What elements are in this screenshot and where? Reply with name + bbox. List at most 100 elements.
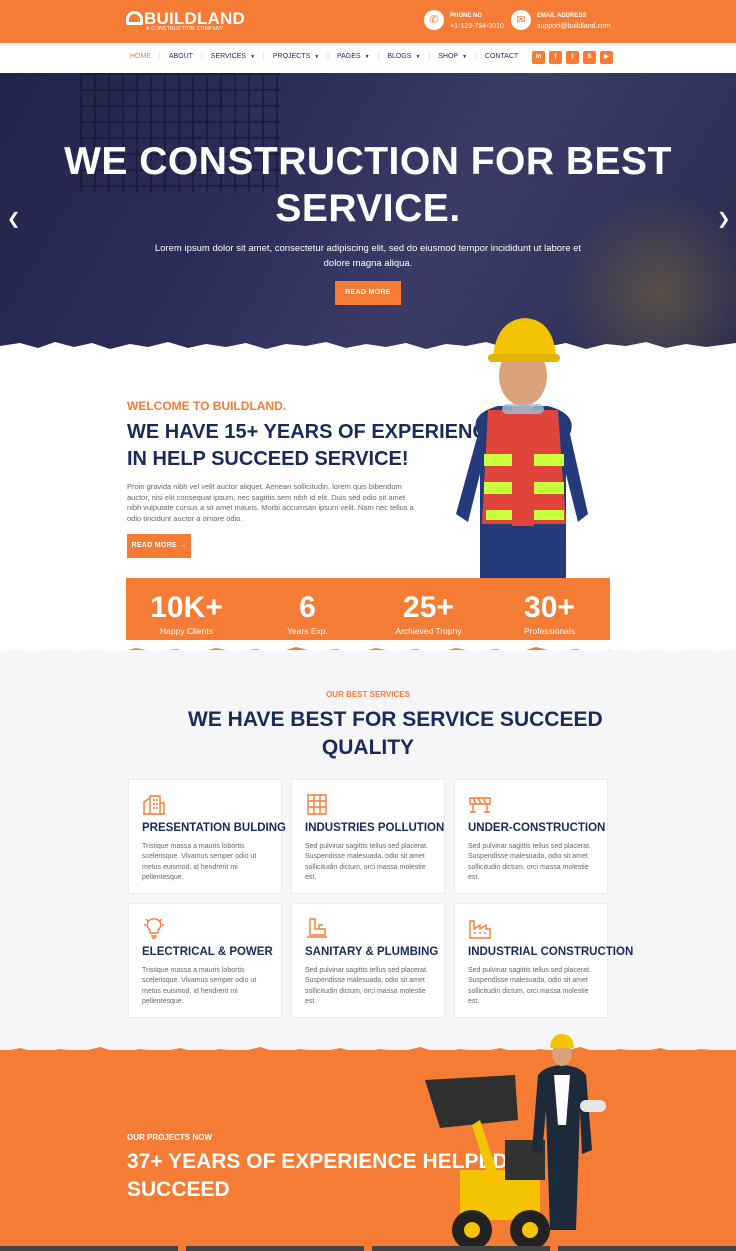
services-title-line2: QUALITY	[321, 736, 415, 759]
nav-item-services[interactable]: SERVICES ▼ |	[211, 53, 273, 60]
service-title: UNDER-CONSTRUCTION	[468, 822, 606, 834]
nav-label: ABOUT	[168, 53, 193, 60]
stat-label: Archieved Trophy	[395, 626, 462, 636]
projects-title: 37+ YEARS OF EXPERIENCE HELPED SUCCEED	[127, 1148, 508, 1204]
service-card[interactable]: INDUSTRIES POLLUTION Sed pulvinar sagitt…	[291, 779, 445, 894]
nav-label: PAGES	[336, 53, 361, 60]
chevron-down-icon: ▼	[415, 53, 421, 60]
barrier-icon	[469, 797, 491, 813]
hero-text: Lorem ipsum dolor sit amet, consectetur …	[154, 243, 582, 269]
projects-gallery-strip	[0, 1246, 736, 1251]
about-read-more-button[interactable]: READ MORE →	[127, 534, 191, 558]
service-text: Tristique massa a mauris lobortis sceler…	[142, 843, 257, 881]
service-title: INDUSTRIAL CONSTRUCTION	[468, 946, 634, 958]
service-text: Sed pulvinar sagittis tellus sed placera…	[305, 843, 428, 881]
slider-next-arrow-icon[interactable]: ❯	[717, 209, 730, 229]
chevron-down-icon: ▼	[314, 53, 320, 60]
email-label: EMAIL ADDRESS	[537, 13, 587, 19]
hero-title-line2: SERVICE.	[275, 187, 461, 230]
service-title: PRESENTATION BULDING	[142, 822, 286, 834]
pipe-icon	[307, 918, 327, 938]
factory-icon	[307, 794, 327, 815]
helmet-icon	[126, 11, 143, 25]
nav-item-projects[interactable]: PROJECTS ▼ |	[273, 53, 337, 60]
projects-tag: OUR PROJECTS NOW	[127, 1133, 212, 1142]
nav-item-shop[interactable]: SHOP ▼ |	[438, 53, 485, 60]
torn-paper-divider	[0, 640, 736, 653]
stat-label: Professionals	[523, 626, 576, 636]
stat-value: 6	[299, 591, 316, 624]
about-title: WE HAVE 15+ YEARS OF EXPERIENCE IN HELP …	[127, 419, 501, 473]
youtube-icon[interactable]: ▶	[600, 51, 613, 64]
service-text: Sed pulvinar sagittis tellus sed placera…	[305, 967, 428, 1005]
about-text: Proin gravida nibh vel velit auctor aliq…	[127, 482, 414, 523]
slider-prev-arrow-icon[interactable]: ❮	[7, 209, 20, 229]
service-title: ELECTRICAL & POWER	[142, 946, 273, 958]
service-card[interactable]: INDUSTRIAL CONSTRUCTION Sed pulvinar sag…	[454, 903, 633, 1018]
main-nav: HOME | ABOUT | SERVICES ▼ | PROJECTS ▼ | PAGES…	[0, 43, 736, 73]
nav-label: SHOP	[438, 53, 459, 60]
about-title-line1: WE HAVE 15+ YEARS OF EXPERIENCE	[127, 421, 501, 443]
project-thumbnail[interactable]	[0, 1246, 178, 1251]
services-title: WE HAVE BEST FOR SERVICE SUCCEED QUALITY	[188, 706, 603, 762]
facebook-icon[interactable]: f	[549, 51, 562, 64]
building-icon	[143, 795, 165, 815]
linkedin-icon[interactable]: in	[532, 51, 545, 64]
lightbulb-icon	[144, 918, 164, 939]
envelope-icon: ✉	[511, 10, 531, 30]
hero-slider: WE CONSTRUCTION FOR BEST SERVICE. Lorem …	[0, 73, 736, 353]
excavator-engineer-illustration	[425, 1034, 606, 1250]
social-links: in f t S ▶	[532, 51, 613, 64]
about-title-line2: IN HELP SUCCEED SERVICE!	[127, 448, 409, 470]
services-tag: OUR BEST SERVICES	[326, 690, 410, 699]
stat-value: 25+	[403, 591, 454, 624]
worker-illustration	[456, 318, 588, 578]
services-title-line1: WE HAVE BEST FOR SERVICE SUCCEED	[188, 708, 603, 731]
hero-read-more-button[interactable]: READ MORE	[335, 281, 401, 305]
top-bar: BUILDLAND A CONSTRUCTION COMPANY ✆ PHONE…	[0, 0, 736, 43]
hero-title-line1: WE CONSTRUCTION FOR BEST	[64, 140, 672, 183]
about-tag: WELCOME TO BUILDLAND.	[127, 399, 287, 413]
service-text: Sed pulvinar sagittis tellus sed placera…	[468, 967, 591, 1005]
nav-label: BLOGS	[387, 53, 412, 60]
phone-icon: ✆	[424, 10, 444, 30]
nav-item-about[interactable]: ABOUT |	[169, 53, 211, 60]
service-card[interactable]: SANITARY & PLUMBING Sed pulvinar sagitti…	[291, 903, 445, 1018]
service-text: Sed pulvinar sagittis tellus sed placera…	[468, 843, 591, 881]
skype-icon[interactable]: S	[583, 51, 596, 64]
project-thumbnail[interactable]	[186, 1246, 364, 1251]
nav-item-pages[interactable]: PAGES ▼ |	[337, 53, 387, 60]
stat-label: Happy Clients	[160, 626, 213, 636]
stat-label: Years Exp.	[287, 626, 328, 636]
brand-tagline: A CONSTRUCTION COMPANY	[146, 26, 224, 32]
projects-title-line1: 37+ YEARS OF EXPERIENCE HELPED	[127, 1150, 508, 1173]
service-card[interactable]: PRESENTATION BULDING Tristique massa a m…	[128, 779, 286, 894]
nav-label: SERVICES	[210, 53, 247, 60]
stat-value: 30+	[524, 591, 575, 624]
nav-item-home[interactable]: HOME |	[130, 53, 169, 60]
phone-label: PHONE NO	[450, 13, 483, 19]
twitter-icon[interactable]: t	[566, 51, 579, 64]
industry-icon	[469, 920, 491, 939]
service-card[interactable]: UNDER-CONSTRUCTION Sed pulvinar sagittis…	[454, 779, 608, 894]
projects-title-line2: SUCCEED	[127, 1178, 230, 1201]
service-title: SANITARY & PLUMBING	[305, 946, 439, 958]
service-title: INDUSTRIES POLLUTION	[305, 822, 445, 834]
email-value: support@buildland.com	[537, 23, 611, 30]
nav-label: HOME	[130, 53, 151, 60]
about-button-label: READ MORE	[131, 542, 177, 549]
chevron-down-icon: ▼	[364, 53, 370, 60]
arrow-right-icon: →	[179, 542, 187, 549]
nav-item-blogs[interactable]: BLOGS ▼ |	[387, 53, 438, 60]
service-text: Tristique massa a mauris lobortis sceler…	[142, 967, 257, 1005]
nav-label: CONTACT	[484, 53, 519, 60]
nav-item-contact[interactable]: CONTACT	[485, 53, 518, 60]
stat-value: 10K+	[150, 591, 223, 624]
project-thumbnail[interactable]	[558, 1246, 736, 1251]
project-thumbnail[interactable]	[372, 1246, 550, 1251]
phone-value: +1-123-754-3010	[450, 23, 504, 30]
service-card[interactable]: ELECTRICAL & POWER Tristique massa a mau…	[128, 903, 282, 1018]
nav-label: PROJECTS	[272, 53, 311, 60]
chevron-down-icon: ▼	[462, 53, 468, 60]
chevron-down-icon: ▼	[250, 53, 256, 60]
